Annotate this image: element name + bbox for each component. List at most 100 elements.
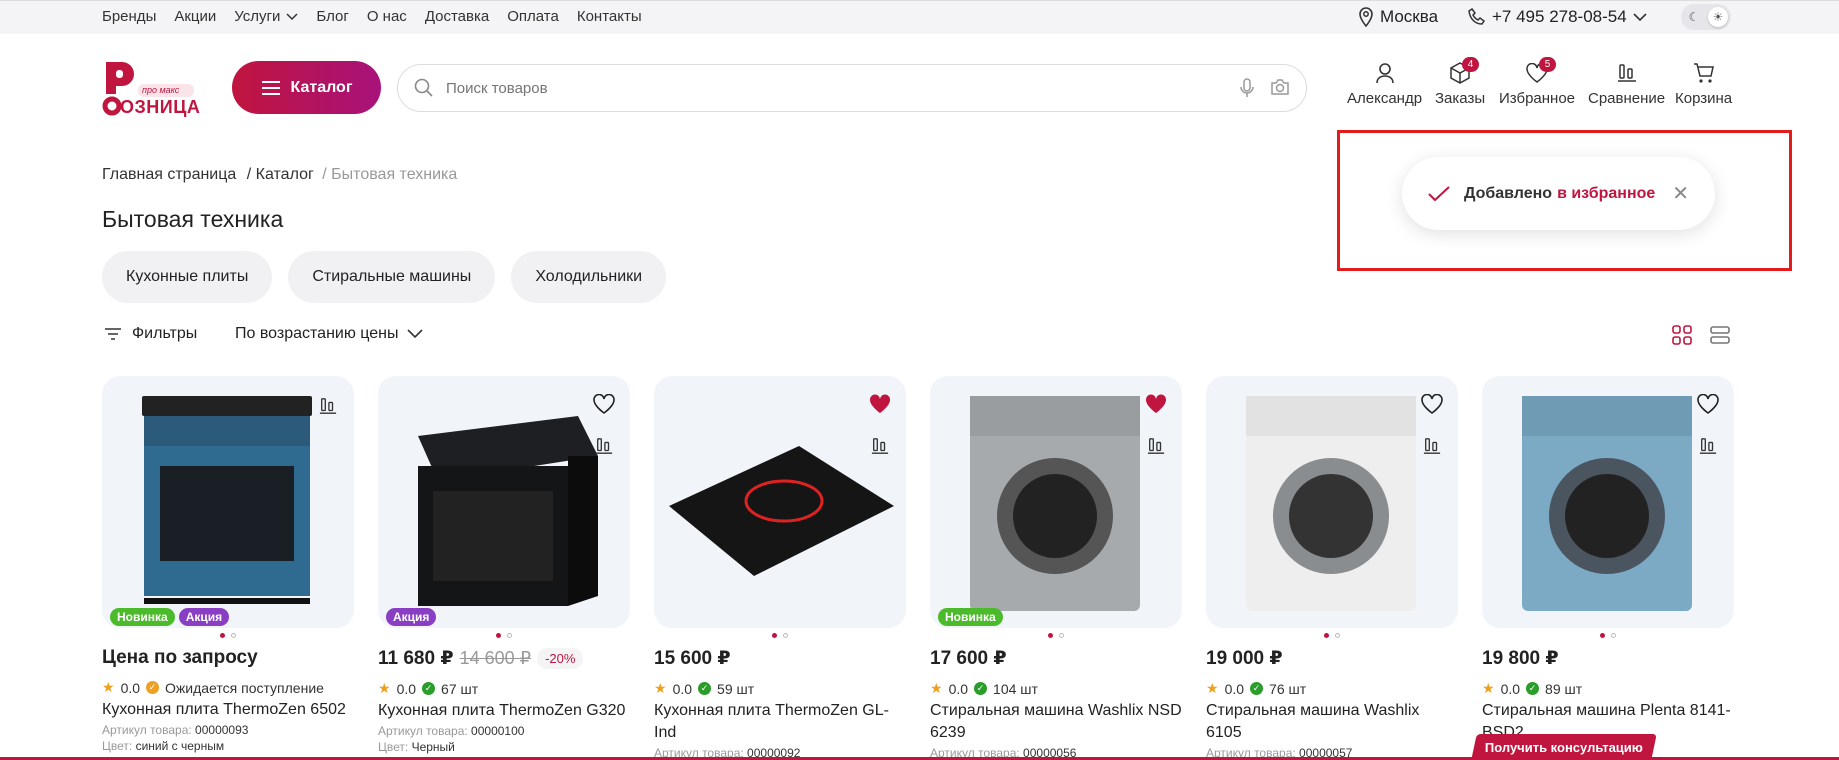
nav-contacts[interactable]: Контакты [577,8,642,25]
close-icon[interactable]: ✕ [1672,181,1689,206]
chip-washers[interactable]: Стиральные машины [288,251,496,303]
image-pager[interactable] [654,633,906,641]
image-pager[interactable] [102,633,354,641]
header-cart[interactable]: Корзина [1675,62,1732,107]
pager-dot[interactable] [1335,633,1340,638]
product-card[interactable]: 19 000 ₽ ★ 0.0 ✓ 76 шт Стиральная машина Wash… [1206,376,1458,760]
chip-fridges[interactable]: Холодильники [511,251,667,303]
nav-services[interactable]: Услуги [234,8,298,25]
product-name[interactable]: Стиральная машина Washlix 6105 [1206,700,1458,744]
favorite-heart-icon[interactable] [866,390,894,418]
search-tools [1240,78,1290,98]
orders-label: Заказы [1435,90,1486,107]
catalog-button[interactable]: Каталог [232,61,381,114]
favorite-heart-icon[interactable] [1418,390,1446,418]
consultation-label: Получить консультацию [1485,739,1643,755]
nav-promo[interactable]: Акции [174,8,216,25]
toast-favorites-link[interactable]: в избранное [1557,185,1655,203]
star-icon: ★ [1206,680,1219,696]
pager-dot[interactable] [1611,633,1616,638]
pager-dot[interactable] [772,633,777,638]
product-card[interactable]: Новинка Акция Цена по запросу ★ 0.0 ✓ Ожидаетс… [102,376,354,760]
product-card[interactable]: Акция 11 680 ₽14 600 ₽ -20% ★ 0.0 ✓ 67 шт Кухон… [378,376,630,760]
compare-icon[interactable] [1416,430,1448,462]
product-image[interactable] [1206,376,1458,628]
list-view-icon[interactable] [1710,325,1730,345]
stock-status-icon: ✓ [974,682,988,695]
sort-dropdown[interactable]: По возрастанию цены [235,325,423,343]
compare-icon[interactable] [864,430,896,462]
pager-dot[interactable] [231,633,236,638]
favorite-heart-icon[interactable] [1142,390,1170,418]
product-image[interactable]: Акция [378,376,630,628]
compare-icon[interactable] [312,390,344,422]
image-pager[interactable] [378,633,630,641]
breadcrumb-home[interactable]: Главная страница [102,166,236,183]
product-meta: ★ 0.0 ✓ 89 шт [1482,680,1734,697]
product-image[interactable]: Новинка Акция [102,376,354,628]
moon-icon[interactable]: ☾ [1684,7,1704,27]
sun-icon[interactable]: ☀ [1708,7,1728,27]
product-color: Цвет: синий с черным [102,739,354,753]
product-rating: 0.0 [1500,680,1521,697]
nav-services-label: Услуги [234,8,281,25]
compare-icon[interactable] [588,430,620,462]
compare-label: Сравнение [1588,90,1666,107]
header-compare[interactable]: Сравнение [1588,62,1665,107]
product-card[interactable]: 19 800 ₽ ★ 0.0 ✓ 89 шт Стиральная машина Plen… [1482,376,1734,760]
chip-stoves[interactable]: Кухонные плиты [102,251,273,303]
pager-dot[interactable] [220,633,225,638]
product-photo [1206,396,1458,628]
nav-about[interactable]: О нас [367,8,407,25]
city-selector[interactable]: Москва [1358,7,1438,27]
nav-payment[interactable]: Оплата [507,8,559,25]
nav-blog[interactable]: Блог [316,8,348,25]
pager-dot[interactable] [783,633,788,638]
grid-view-icon[interactable] [1672,325,1692,345]
compare-icon[interactable] [1692,430,1724,462]
search-input[interactable] [446,79,1240,97]
product-name[interactable]: Кухонная плита ThermoZen G320 [378,700,630,722]
breadcrumb: Главная страница / Каталог / Бытовая тех… [102,166,457,184]
product-name[interactable]: Стиральная машина Washlix NSD 6239 [930,700,1182,744]
phone-selector[interactable]: +7 495 278-08-54 [1468,7,1647,27]
product-card[interactable]: 15 600 ₽ ★ 0.0 ✓ 59 шт Кухонная плита ThermoZ… [654,376,906,760]
favorite-heart-icon[interactable] [1694,390,1722,418]
product-image[interactable]: Новинка [930,376,1182,628]
product-name[interactable]: Кухонная плита ThermoZen GL-Ind [654,700,906,744]
pager-dot[interactable] [1324,633,1329,638]
discount-badge: -20% [537,648,584,669]
product-card[interactable]: Новинка 17 600 ₽ ★ 0.0 ✓ 104 шт Стиральная маш… [930,376,1182,760]
image-pager[interactable] [1482,633,1734,641]
theme-toggle[interactable]: ☾ ☀ [1681,4,1731,30]
microphone-icon[interactable] [1240,78,1254,98]
product-sku: Артикул товара: 00000093 [102,723,354,737]
image-pager[interactable] [930,633,1182,641]
product-old-price: 14 600 ₽ [459,648,532,668]
header-user[interactable]: Александр [1347,62,1422,107]
product-rating: 0.0 [1224,680,1245,697]
nav-brands[interactable]: Бренды [102,8,156,25]
image-pager[interactable] [1206,633,1458,641]
site-logo[interactable]: про макс ОЗНИЦА [102,60,200,117]
pager-dot[interactable] [1600,633,1605,638]
phone-icon [1468,8,1486,25]
search-bar[interactable] [397,64,1307,112]
nav-delivery[interactable]: Доставка [425,8,489,25]
user-name: Александр [1347,90,1423,107]
header-orders[interactable]: 4 Заказы [1435,57,1486,107]
product-image[interactable] [654,376,906,628]
pager-dot[interactable] [1059,633,1064,638]
product-name[interactable]: Кухонная плита ThermoZen 6502 [102,699,354,721]
header-favorites[interactable]: 5 Избранное [1499,57,1575,107]
breadcrumb-current: / Бытовая техника [322,166,458,183]
pager-dot[interactable] [1048,633,1053,638]
compare-icon[interactable] [1140,430,1172,462]
favorite-heart-icon[interactable] [590,390,618,418]
breadcrumb-catalog[interactable]: / Каталог [247,166,314,183]
pager-dot[interactable] [507,633,512,638]
camera-icon[interactable] [1270,78,1290,96]
pager-dot[interactable] [496,633,501,638]
filters-button[interactable]: Фильтры [104,325,197,343]
product-image[interactable] [1482,376,1734,628]
